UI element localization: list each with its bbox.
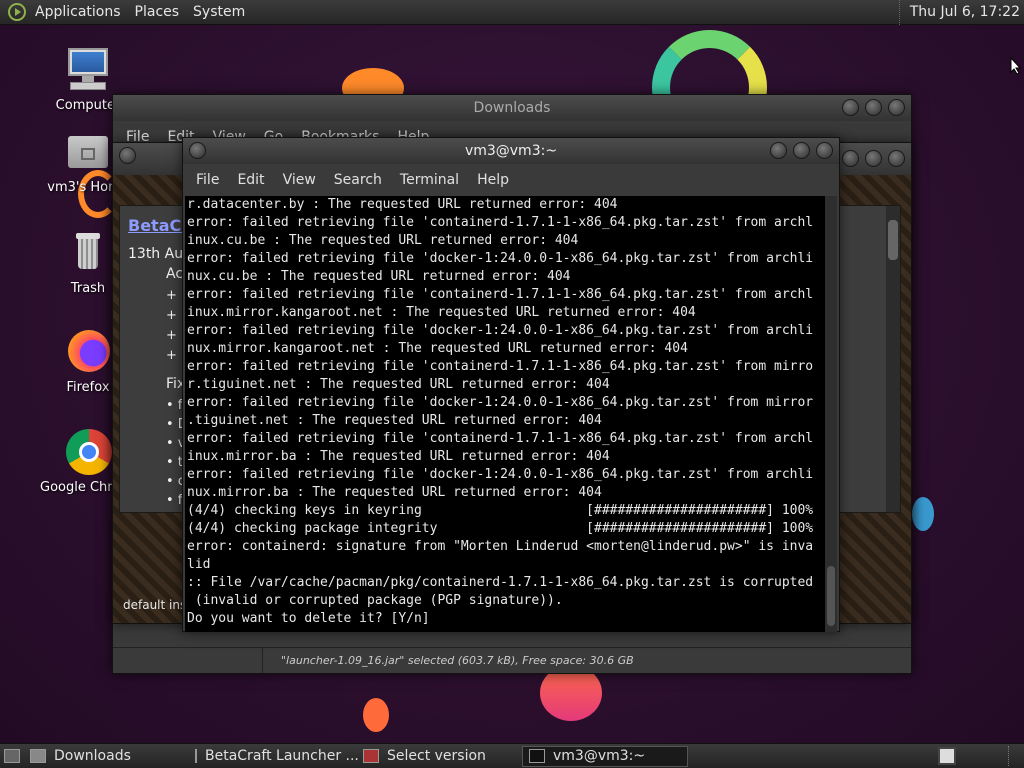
menu-system[interactable]: System — [186, 0, 252, 25]
downloads-titlebar[interactable]: Downloads — [113, 95, 911, 121]
java-icon — [195, 749, 197, 763]
taskbar-item-betacraft[interactable]: BetaCraft Launcher ... — [189, 746, 359, 767]
taskbar-item-label: vm3@vm3:~ — [553, 748, 646, 764]
terminal-line: inux.cu.be : The requested URL returned … — [187, 233, 579, 248]
terminal-line: error: failed retrieving file 'container… — [187, 431, 814, 446]
terminal-line: error: containerd: signature from "Morte… — [187, 539, 814, 554]
terminal-scrollbar[interactable] — [825, 196, 837, 632]
maximize-button[interactable] — [865, 99, 882, 116]
java-icon — [363, 749, 379, 763]
terminal-line: r.tiguinet.net : The requested URL retur… — [187, 377, 610, 392]
folder-icon — [30, 749, 46, 763]
minimize-button[interactable] — [770, 142, 787, 159]
show-desktop-button[interactable] — [0, 746, 24, 767]
menu-help[interactable]: Help — [468, 172, 518, 188]
terminal-menubar: File Edit View Search Terminal Help — [183, 168, 839, 192]
changelog-subhead: Ac — [166, 266, 184, 282]
terminal-line: :: File /var/cache/pacman/pkg/containerd… — [187, 575, 814, 590]
terminal-line: inux.mirror.kangaroot.net : The requeste… — [187, 305, 696, 320]
terminal-line: (4/4) checking keys in keyring [########… — [187, 503, 814, 518]
panel-clock[interactable]: Thu Jul 6, 17:22 — [898, 0, 1020, 25]
downloads-statusbar: "launcher-1.09_16.jar" selected (603.7 k… — [263, 647, 911, 673]
downloads-sidebar-bottom — [113, 647, 263, 673]
window-menu-button[interactable] — [119, 147, 136, 164]
status-text: "launcher-1.09_16.jar" selected (603.7 k… — [281, 654, 634, 667]
maximize-button[interactable] — [865, 150, 882, 167]
bottom-left-label: default ins — [123, 598, 187, 612]
taskbar-item-select-version[interactable]: Select version — [357, 746, 522, 767]
window-title: Downloads — [473, 100, 551, 116]
menu-edit[interactable]: Edit — [228, 172, 273, 188]
minimize-button[interactable] — [842, 99, 859, 116]
taskbar-item-label: BetaCraft Launcher ... — [205, 748, 359, 764]
window-title: vm3@vm3:~ — [464, 143, 558, 159]
terminal-output[interactable]: r.datacenter.by : The requested URL retu… — [185, 196, 825, 632]
terminal-line: error: failed retrieving file 'container… — [187, 359, 814, 374]
desktop-icon-label: Trash — [70, 281, 106, 296]
menu-applications[interactable]: Applications — [28, 0, 128, 25]
menu-file[interactable]: File — [187, 172, 228, 188]
trash-icon — [64, 229, 112, 277]
scrollbar-thumb[interactable] — [888, 220, 898, 260]
taskbar: Downloads BetaCraft Launcher ... Select … — [0, 743, 1024, 768]
scrollbar-thumb[interactable] — [827, 566, 835, 626]
taskbar-item-terminal[interactable]: vm3@vm3:~ — [522, 745, 688, 767]
chrome-icon — [64, 428, 112, 476]
terminal-titlebar[interactable]: vm3@vm3:~ — [183, 138, 839, 164]
terminal-window[interactable]: vm3@vm3:~ File Edit View Search Terminal… — [182, 137, 840, 632]
terminal-line: error: failed retrieving file 'docker-1:… — [187, 467, 814, 482]
home-folder-icon — [64, 128, 112, 176]
terminal-line: error: failed retrieving file 'docker-1:… — [187, 323, 814, 338]
menu-view[interactable]: View — [274, 172, 325, 188]
terminal-line: (invalid or corrupted package (PGP signa… — [187, 593, 563, 608]
menu-terminal[interactable]: Terminal — [391, 172, 468, 188]
top-panel: Applications Places System Thu Jul 6, 17… — [0, 0, 1024, 25]
minimize-button[interactable] — [842, 150, 859, 167]
terminal-line: nux.cu.be : The requested URL returned e… — [187, 269, 571, 284]
terminal-line: lid — [187, 557, 211, 572]
menu-places[interactable]: Places — [128, 0, 187, 25]
terminal-line: error: failed retrieving file 'container… — [187, 215, 814, 230]
terminal-line: error: failed retrieving file 'container… — [187, 287, 814, 302]
maximize-button[interactable] — [793, 142, 810, 159]
terminal-icon — [529, 749, 545, 763]
desktop-icon-label: Firefox — [66, 380, 110, 395]
terminal-line: inux.mirror.ba : The requested URL retur… — [187, 449, 610, 464]
computer-icon — [64, 46, 112, 94]
menu-search[interactable]: Search — [325, 172, 391, 188]
wallpaper-small-blob — [363, 698, 389, 732]
taskbar-item-downloads[interactable]: Downloads — [24, 746, 189, 767]
terminal-line: .tiguinet.net : The requested URL return… — [187, 413, 602, 428]
mouse-pointer-icon — [1010, 57, 1022, 75]
window-menu-button[interactable] — [189, 142, 206, 159]
terminal-line: nux.mirror.ba : The requested URL return… — [187, 485, 602, 500]
desktop-icon-label: Computer — [55, 98, 121, 113]
taskbar-separator — [1008, 746, 1009, 766]
firefox-icon — [64, 328, 112, 376]
terminal-line: error: failed retrieving file 'docker-1:… — [187, 395, 814, 410]
terminal-line: nux.mirror.kangaroot.net : The requested… — [187, 341, 688, 356]
wallpaper-teal-blob — [912, 497, 934, 531]
workspace-switcher[interactable] — [938, 747, 956, 765]
changelog-scrollbar[interactable] — [886, 206, 900, 512]
terminal-line: (4/4) checking package integrity [######… — [187, 521, 814, 536]
taskbar-item-label: Downloads — [54, 748, 131, 764]
close-button[interactable] — [888, 99, 905, 116]
taskbar-item-label: Select version — [387, 748, 486, 764]
distro-logo-icon[interactable] — [8, 3, 26, 21]
terminal-line: error: failed retrieving file 'docker-1:… — [187, 251, 814, 266]
terminal-line: Do you want to delete it? [Y/n] — [187, 611, 430, 626]
show-desktop-icon — [4, 749, 20, 763]
close-button[interactable] — [816, 142, 833, 159]
terminal-line: r.datacenter.by : The requested URL retu… — [187, 197, 618, 212]
close-button[interactable] — [888, 150, 905, 167]
